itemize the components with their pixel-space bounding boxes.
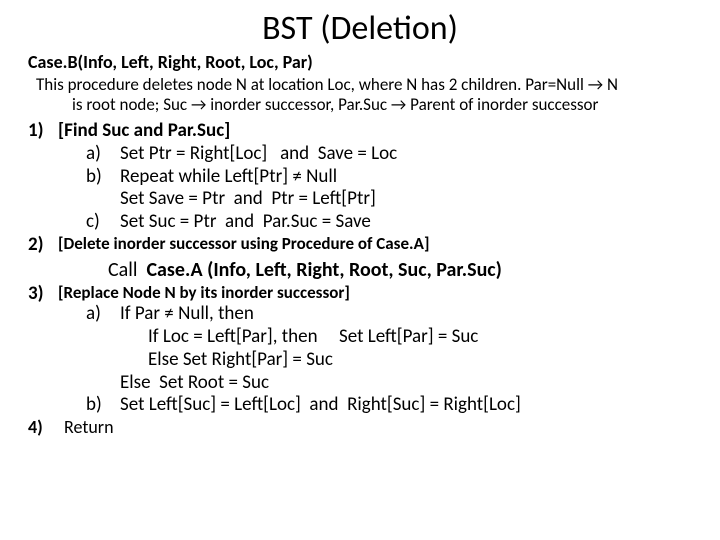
desc-line2: is root node; Suc → inorder successor, P… bbox=[72, 94, 598, 115]
step-1: 1) [Find Suc and Par.Suc] a) Set Ptr = R… bbox=[28, 120, 692, 234]
step-3a-l1: If Loc = Left[Par], then Set Left[Par] =… bbox=[148, 326, 692, 349]
step-1a-letter: a) bbox=[86, 143, 120, 166]
step-3-head: [Replace Node N by its inorder successor… bbox=[58, 283, 692, 303]
step-1-num: 1) bbox=[28, 120, 58, 234]
step-1b-letter: b) bbox=[86, 166, 120, 189]
step-3a-l3: Else Set Root = Suc bbox=[120, 372, 692, 395]
step-3a: a) If Par ≠ Null, then bbox=[86, 303, 692, 326]
step-1c-letter: c) bbox=[86, 211, 120, 234]
step-1b: b) Repeat while Left[Ptr] ≠ Null bbox=[86, 166, 692, 189]
step-2: 2) [Delete inorder successor using Proce… bbox=[28, 234, 692, 257]
step-1c-text: Set Suc = Ptr and Par.Suc = Save bbox=[120, 211, 692, 234]
step-3b-letter: b) bbox=[86, 394, 120, 417]
step-2-head: [Delete inorder successor using Procedur… bbox=[58, 234, 692, 254]
step-3a-l2: Else Set Right[Par] = Suc bbox=[148, 349, 692, 372]
step-2-num: 2) bbox=[28, 234, 58, 257]
step-3b: b) Set Left[Suc] = Left[Loc] and Right[S… bbox=[86, 394, 692, 417]
step-1a: a) Set Ptr = Right[Loc] and Save = Loc bbox=[86, 143, 692, 166]
step-3a-letter: a) bbox=[86, 303, 120, 326]
desc-line1: This procedure deletes node N at locatio… bbox=[36, 74, 618, 95]
slide-title: BST (Deletion) bbox=[28, 8, 692, 49]
step-1b-inner: Set Save = Ptr and Ptr = Left[Ptr] bbox=[120, 188, 692, 211]
description: This procedure deletes node N at locatio… bbox=[36, 75, 692, 114]
step-1-head: [Find Suc and Par.Suc] bbox=[58, 120, 692, 143]
step-3b-text: Set Left[Suc] = Left[Loc] and Right[Suc]… bbox=[120, 394, 692, 417]
call-prefix: Call bbox=[108, 258, 146, 282]
step-1a-text: Set Ptr = Right[Loc] and Save = Loc bbox=[120, 143, 692, 166]
step-1c: c) Set Suc = Ptr and Par.Suc = Save bbox=[86, 211, 692, 234]
step-1b-text: Repeat while Left[Ptr] ≠ Null bbox=[120, 166, 692, 189]
step-3a-text: If Par ≠ Null, then bbox=[120, 303, 692, 326]
call-text: Case.A (Info, Left, Right, Root, Suc, Pa… bbox=[146, 258, 501, 282]
step-4-num: 4) bbox=[28, 417, 58, 439]
step-4-text: Return bbox=[58, 417, 692, 439]
procedure-signature: Case.B(Info, Left, Right, Root, Loc, Par… bbox=[28, 51, 692, 73]
step-4: 4) Return bbox=[28, 417, 692, 439]
step-2-call: Call Case.A (Info, Left, Right, Root, Su… bbox=[108, 258, 692, 282]
step-3: 3) [Replace Node N by its inorder succes… bbox=[28, 283, 692, 417]
step-3-num: 3) bbox=[28, 283, 58, 417]
